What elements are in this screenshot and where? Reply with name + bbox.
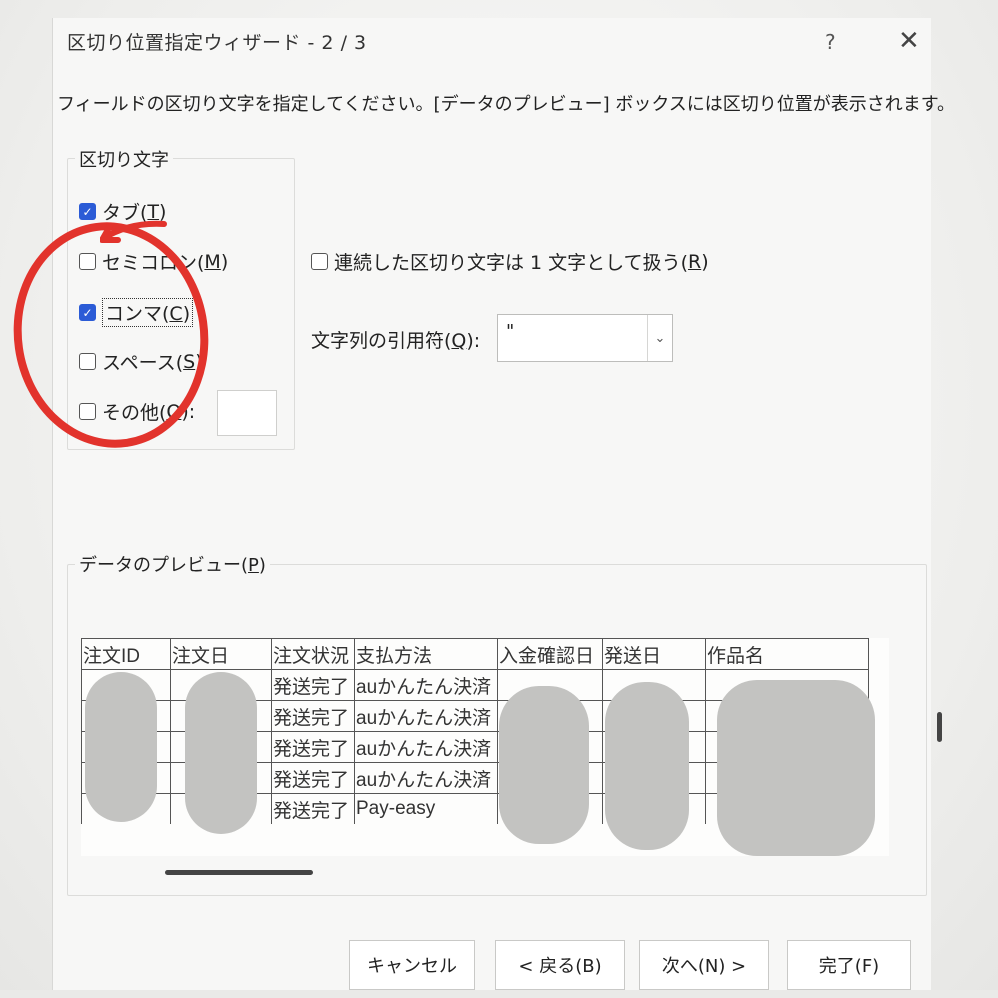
redaction-blob xyxy=(717,680,875,856)
dialog-title: 区切り位置指定ウィザード - 2 / 3 xyxy=(67,32,367,54)
checkbox-other[interactable]: その他(O): xyxy=(79,398,195,425)
chevron-down-icon[interactable]: ⌄ xyxy=(647,315,672,361)
comma-label-focus: コンマ(C) xyxy=(102,298,194,327)
checkbox-other-box[interactable] xyxy=(79,403,96,420)
redaction-blob xyxy=(605,682,689,850)
preview-header-cell: 入金確認日 xyxy=(497,638,603,670)
delimiter-group-label: 区切り文字 xyxy=(75,146,173,172)
redaction-blob xyxy=(185,672,257,834)
checkbox-semicolon[interactable]: セミコロン(M) xyxy=(79,248,228,275)
text-qualifier-select[interactable]: " ⌄ xyxy=(497,314,673,362)
preview-header-cell: 注文ID xyxy=(81,638,171,670)
cancel-button[interactable]: キャンセル xyxy=(349,940,475,990)
preview-header-cell: 発送日 xyxy=(602,638,706,670)
next-button[interactable]: 次へ(N) > xyxy=(639,940,769,990)
wizard-dialog: 区切り位置指定ウィザード - 2 / 3 ? ✕ フィールドの区切り文字を指定し… xyxy=(52,18,955,990)
preview-group-label: データのプレビュー(P) xyxy=(75,551,270,577)
preview-header-cell: 作品名 xyxy=(705,638,869,670)
preview-horizontal-scrollbar[interactable] xyxy=(165,870,313,875)
finish-button[interactable]: 完了(F) xyxy=(787,940,911,990)
preview-vertical-scrollbar[interactable] xyxy=(937,712,942,742)
checkbox-tab[interactable]: ✓ タブ(T) xyxy=(79,198,166,225)
checkbox-comma[interactable]: ✓ コンマ(C) xyxy=(79,298,194,327)
text-qualifier-label: 文字列の引用符(Q): xyxy=(311,330,481,352)
redaction-blob xyxy=(499,686,589,844)
checkbox-space-box[interactable] xyxy=(79,353,96,370)
preview-header-cell: 注文日 xyxy=(170,638,272,670)
back-button[interactable]: < 戻る(B) xyxy=(495,940,625,990)
checkbox-tab-box[interactable]: ✓ xyxy=(79,203,96,220)
checkbox-semicolon-box[interactable] xyxy=(79,253,96,270)
checkbox-consecutive[interactable]: 連続した区切り文字は 1 文字として扱う(R) xyxy=(311,248,709,275)
background-strip xyxy=(0,990,998,998)
checkbox-consecutive-box[interactable] xyxy=(311,253,328,270)
close-icon[interactable]: ✕ xyxy=(898,26,920,56)
preview-header-cell: 支払方法 xyxy=(354,638,498,670)
redaction-blob xyxy=(85,672,157,822)
help-icon[interactable]: ? xyxy=(825,30,836,54)
preview-header-cell: 注文状況 xyxy=(271,638,355,670)
checkbox-comma-box[interactable]: ✓ xyxy=(79,304,96,321)
text-qualifier-value: " xyxy=(506,321,515,342)
preview-header-row: 注文ID 注文日 注文状況 支払方法 入金確認日 発送日 作品名 xyxy=(81,638,869,670)
other-delimiter-input[interactable] xyxy=(217,390,277,436)
instruction-text: フィールドの区切り文字を指定してください。[データのプレビュー] ボックスには区… xyxy=(57,94,955,115)
checkbox-space[interactable]: スペース(S) xyxy=(79,348,203,375)
